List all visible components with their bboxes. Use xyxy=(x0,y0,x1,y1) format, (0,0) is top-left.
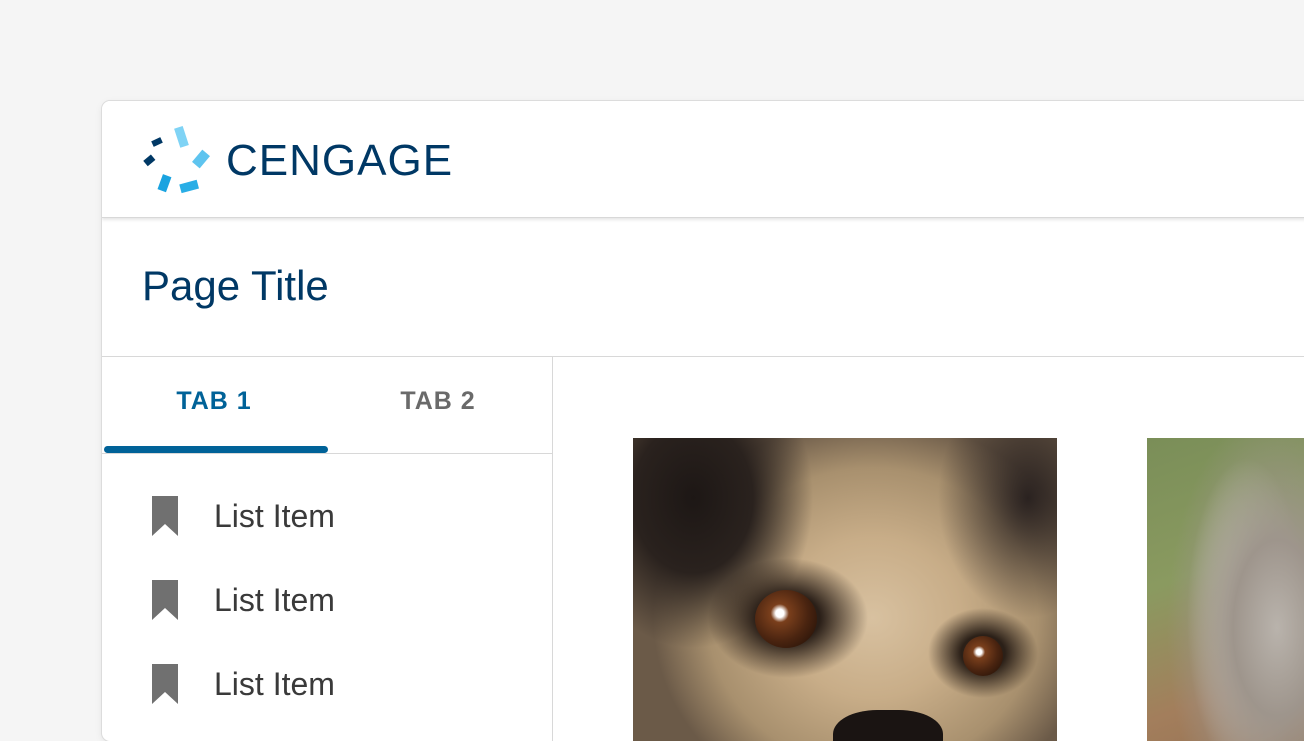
dog-photo[interactable] xyxy=(1147,438,1304,741)
bookmark-icon xyxy=(152,496,178,536)
cengage-logo-mark-icon xyxy=(143,125,210,194)
sidebar: TAB 1 TAB 2 List Item List Item List Ite… xyxy=(102,357,553,741)
pug-nose xyxy=(833,710,943,741)
pug-photo[interactable] xyxy=(633,438,1057,741)
page-title: Page Title xyxy=(142,262,329,309)
app-window: CENGAGE Page Title TAB 1 TAB 2 List Item xyxy=(102,101,1304,741)
cengage-logo[interactable]: CENGAGE xyxy=(142,125,453,197)
brand-name: CENGAGE xyxy=(226,136,454,185)
tab-1[interactable]: TAB 1 xyxy=(102,357,326,453)
content-area xyxy=(553,357,1304,741)
tab-2-label: TAB 2 xyxy=(400,386,476,415)
list-item[interactable]: List Item xyxy=(102,474,552,558)
tab-bar: TAB 1 TAB 2 xyxy=(102,357,552,454)
list-item-label: List Item xyxy=(214,497,335,534)
bookmark-icon xyxy=(152,580,178,620)
item-list: List Item List Item List Item xyxy=(102,474,552,726)
bookmark-icon xyxy=(152,664,178,704)
pug-left-eye xyxy=(755,590,817,648)
page-title-bar: Page Title xyxy=(102,218,1304,357)
tab-2[interactable]: TAB 2 xyxy=(326,357,550,453)
list-item[interactable]: List Item xyxy=(102,558,552,642)
app-header: CENGAGE xyxy=(102,101,1304,218)
list-item-label: List Item xyxy=(214,581,335,618)
tab-1-label: TAB 1 xyxy=(176,386,252,415)
list-item[interactable]: List Item xyxy=(102,642,552,726)
list-item-label: List Item xyxy=(214,665,335,702)
pug-right-eye xyxy=(963,636,1003,676)
active-tab-indicator xyxy=(104,446,328,453)
